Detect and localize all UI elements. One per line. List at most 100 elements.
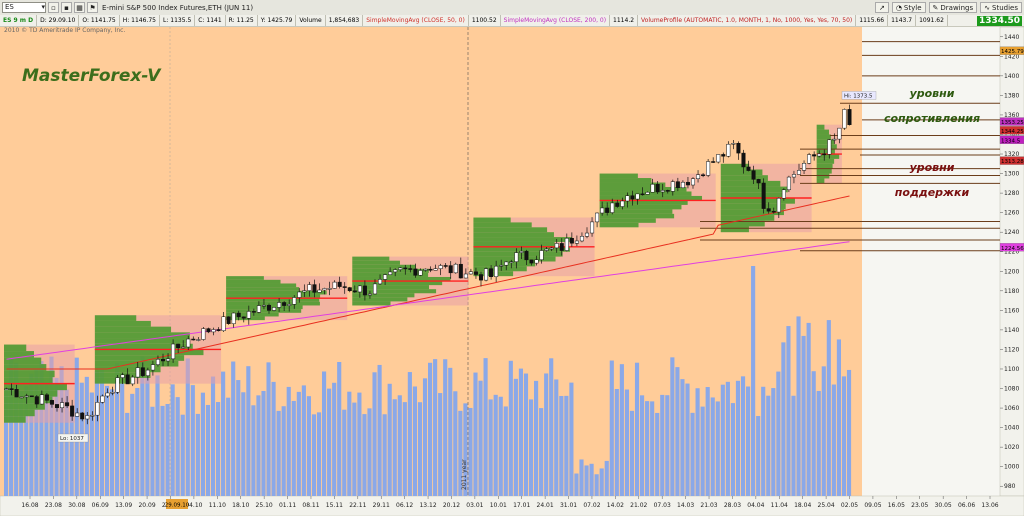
volume-bar: [29, 373, 34, 496]
price-badge-label: 1334.5: [1001, 138, 1021, 144]
style-button[interactable]: ◔ Style: [891, 2, 926, 13]
volume-bar: [296, 391, 301, 496]
date-tick-label: 09.05: [864, 502, 881, 509]
date-axis[interactable]: 16.08 23.08 30.08 06.09 13.09 20.09 27.09 04.10…: [21, 496, 999, 509]
candle-body: [534, 259, 539, 264]
candle-body: [216, 329, 221, 332]
share-button[interactable]: ↗: [874, 2, 889, 13]
profile-row: [352, 293, 415, 298]
candle-body: [776, 197, 781, 213]
support-label-1: уровни: [910, 161, 955, 174]
volume-bar: [14, 362, 19, 496]
support-resistance-lines[interactable]: [700, 41, 1000, 252]
profile-row: [473, 261, 536, 267]
profile-row: [816, 124, 825, 130]
price-tick-label: 1280: [1004, 190, 1019, 197]
volume-bar: [478, 380, 483, 496]
flag-icon[interactable]: ⚑: [87, 2, 98, 13]
date-tick-label: 22.11: [349, 502, 366, 509]
volume-bar: [786, 326, 791, 496]
volume-bar: [503, 406, 508, 496]
date-tick-label: 15.11: [326, 502, 343, 509]
volume-bar: [216, 402, 221, 496]
volume-bar: [99, 369, 105, 496]
profile-row: [599, 209, 673, 214]
candle-body: [675, 181, 680, 189]
profile-row: [352, 256, 390, 261]
candle-body: [796, 170, 802, 175]
candle-body: [125, 374, 130, 385]
candle-body: [549, 247, 554, 250]
date-tick-label: 25.04: [818, 502, 835, 509]
dropdown-arrow-icon[interactable]: ▾: [41, 2, 45, 13]
profile-row: [720, 186, 788, 193]
profile-row: [599, 191, 692, 196]
volume-bar: [276, 410, 281, 496]
candle-body: [297, 291, 302, 298]
volume-bar: [544, 373, 549, 496]
candle-body: [246, 311, 251, 319]
profile-row: [226, 279, 281, 284]
candle-body: [680, 181, 685, 189]
drawings-button[interactable]: ✎ Drawings: [928, 2, 978, 13]
candle-body: [186, 338, 191, 348]
volume-bar: [407, 372, 412, 496]
candle-body: [85, 415, 90, 420]
price-chart[interactable]: 1440 1420 1400 1380 1360 1340 1320 1300 1280 1260…: [0, 0, 1024, 516]
date-tick-label: 27.09: [162, 502, 179, 509]
volume-bar: [4, 388, 9, 496]
date-tick-label: 11.04: [771, 502, 788, 509]
candle-body: [670, 181, 675, 192]
profile-row: [352, 264, 416, 269]
date-tick-label: 06.12: [396, 502, 413, 509]
candle-body: [29, 395, 34, 398]
candle-body: [327, 288, 332, 290]
price-tick-label: 1440: [1004, 34, 1019, 41]
grid-icon[interactable]: ▦: [74, 2, 85, 13]
candle-body: [802, 162, 807, 171]
profile-row: [599, 200, 688, 205]
volume-bar: [841, 376, 847, 496]
candle-body: [140, 367, 145, 376]
volume-bar: [291, 400, 296, 496]
volume-bar: [518, 368, 523, 496]
volume-bar: [34, 368, 39, 496]
studies-button[interactable]: ∿ Studies: [980, 2, 1022, 13]
price-axis[interactable]: 1440 1420 1400 1380 1360 1340 1320 1300 1280 1260…: [999, 34, 1024, 490]
volume-profile-label[interactable]: VolumeProfile (AUTOMATIC, 1.0, MONTH, 1,…: [638, 15, 857, 26]
settings-icon[interactable]: ▪: [61, 2, 72, 13]
profile-row: [226, 276, 264, 280]
price-tick-label: 980: [1004, 483, 1016, 490]
volume-bar: [554, 379, 559, 496]
link-icon[interactable]: ▫: [48, 2, 59, 13]
future-area: [862, 27, 1000, 496]
candle-body: [453, 263, 458, 274]
candle-body: [393, 269, 398, 273]
candle-body: [251, 311, 256, 313]
volume-bar: [796, 316, 801, 496]
candle-body: [499, 264, 504, 267]
profile-row: [473, 266, 527, 272]
volume-bar: [761, 386, 766, 496]
candle-body: [822, 153, 827, 156]
candle-body: [266, 304, 272, 311]
volume-bar: [64, 389, 69, 496]
candle-body: [54, 404, 60, 409]
volume-bar: [145, 376, 150, 496]
profile-row: [599, 222, 639, 228]
sma50-label[interactable]: SimpleMovingAvg (CLOSE, 50, 0): [363, 15, 469, 26]
volume-bar: [468, 407, 473, 496]
volume-bar: [569, 382, 574, 496]
volume-label[interactable]: Volume: [296, 15, 326, 26]
moving-averages: [6, 195, 850, 370]
sma200-label[interactable]: SimpleMovingAvg (CLOSE, 200, 0): [501, 15, 611, 26]
value-area-box: [4, 344, 75, 423]
symbol-input[interactable]: ES ▾: [2, 2, 46, 13]
volume-bar: [140, 356, 145, 496]
candle-body: [155, 359, 160, 365]
volume-bar: [125, 412, 130, 496]
candle-body: [504, 261, 509, 266]
date-tick-label: 06.09: [92, 502, 109, 509]
volume-bar: [412, 386, 417, 496]
date-tick-label: 20.12: [443, 502, 460, 509]
